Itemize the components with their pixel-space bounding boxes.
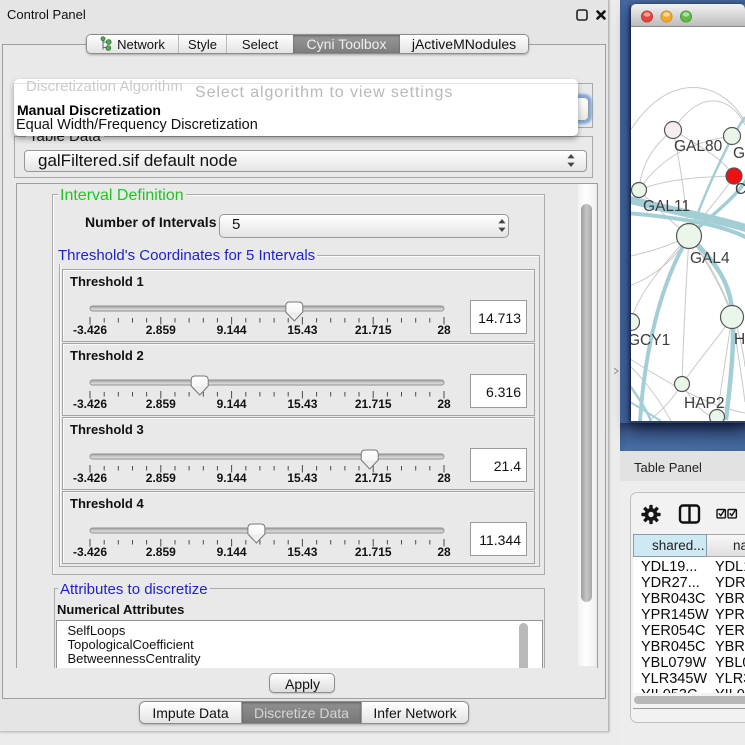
- svg-text:21.715: 21.715: [355, 471, 392, 485]
- svg-text:GAL11: GAL11: [643, 198, 690, 215]
- svg-text:15.43: 15.43: [287, 471, 317, 485]
- svg-text:28: 28: [437, 471, 451, 485]
- svg-text:-3.426: -3.426: [73, 323, 107, 337]
- svg-text:28: 28: [437, 397, 451, 411]
- svg-text:2.859: 2.859: [146, 397, 176, 411]
- svg-text:15.43: 15.43: [287, 323, 317, 337]
- svg-text:15.43: 15.43: [287, 545, 317, 559]
- svg-text:-3.426: -3.426: [73, 471, 107, 485]
- svg-text:C: C: [735, 181, 745, 198]
- svg-text:28: 28: [437, 545, 451, 559]
- svg-text:9.144: 9.144: [217, 323, 247, 337]
- svg-text:21.715: 21.715: [355, 397, 392, 411]
- svg-text:28: 28: [437, 323, 451, 337]
- svg-text:H: H: [734, 331, 745, 348]
- svg-text:2.859: 2.859: [146, 545, 176, 559]
- svg-text:9.144: 9.144: [217, 397, 247, 411]
- svg-text:21.715: 21.715: [355, 545, 392, 559]
- svg-text:-3.426: -3.426: [73, 397, 107, 411]
- svg-text:GAL4: GAL4: [690, 250, 730, 267]
- svg-text:2.859: 2.859: [146, 471, 176, 485]
- svg-text:21.715: 21.715: [355, 323, 392, 337]
- svg-text:15.43: 15.43: [287, 397, 317, 411]
- svg-text:GCY1: GCY1: [631, 332, 670, 349]
- svg-text:GAL80: GAL80: [674, 138, 723, 155]
- svg-text:9.144: 9.144: [217, 471, 247, 485]
- svg-text:-3.426: -3.426: [73, 545, 107, 559]
- svg-text:GA: GA: [733, 145, 745, 162]
- svg-text:2.859: 2.859: [146, 323, 176, 337]
- svg-text:9.144: 9.144: [217, 545, 247, 559]
- svg-text:HAP2: HAP2: [684, 395, 725, 412]
